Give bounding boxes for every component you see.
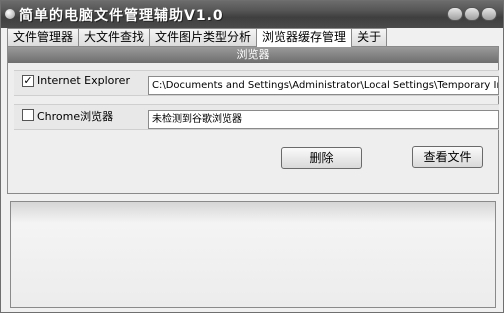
view-files-button[interactable]: 查看文件 <box>412 146 483 168</box>
chrome-path-field[interactable]: 未检测到谷歌浏览器 <box>148 110 499 129</box>
main-window: 简单的电脑文件管理辅助V1.0 文件管理器 大文件查找 文件图片类型分析 浏览器… <box>0 0 504 313</box>
close-button[interactable] <box>481 7 497 21</box>
tab-large-file-search[interactable]: 大文件查找 <box>78 28 151 46</box>
panel-header: 浏览器 <box>8 47 498 63</box>
tab-file-type-analysis[interactable]: 文件图片类型分析 <box>149 28 258 46</box>
chrome-row: Chrome浏览器 未检测到谷歌浏览器 <box>14 104 499 130</box>
browser-panel: 浏览器 ✓ Internet Explorer C:\Documents and… <box>7 46 499 194</box>
tab-strip: 文件管理器 大文件查找 文件图片类型分析 浏览器缓存管理 关于 <box>7 28 388 47</box>
ie-path-field[interactable]: C:\Documents and Settings\Administrator\… <box>148 76 499 95</box>
window-controls <box>447 7 497 21</box>
output-area[interactable] <box>10 201 496 308</box>
delete-button[interactable]: 删除 <box>281 147 362 169</box>
tab-file-manager[interactable]: 文件管理器 <box>7 28 80 46</box>
ie-checkbox[interactable]: ✓ <box>22 75 34 87</box>
ie-row: ✓ Internet Explorer C:\Documents and Set… <box>14 70 499 96</box>
window-title: 简单的电脑文件管理辅助V1.0 <box>19 8 224 24</box>
maximize-button[interactable] <box>464 7 480 21</box>
tab-about[interactable]: 关于 <box>351 28 388 46</box>
ie-label: Internet Explorer <box>37 74 130 87</box>
title-bar[interactable]: 简单的电脑文件管理辅助V1.0 <box>1 1 503 28</box>
app-icon <box>5 9 15 19</box>
minimize-button[interactable] <box>447 7 463 21</box>
chrome-label: Chrome浏览器 <box>37 110 114 123</box>
tab-browser-cache[interactable]: 浏览器缓存管理 <box>256 28 353 47</box>
chrome-checkbox[interactable] <box>22 109 34 121</box>
